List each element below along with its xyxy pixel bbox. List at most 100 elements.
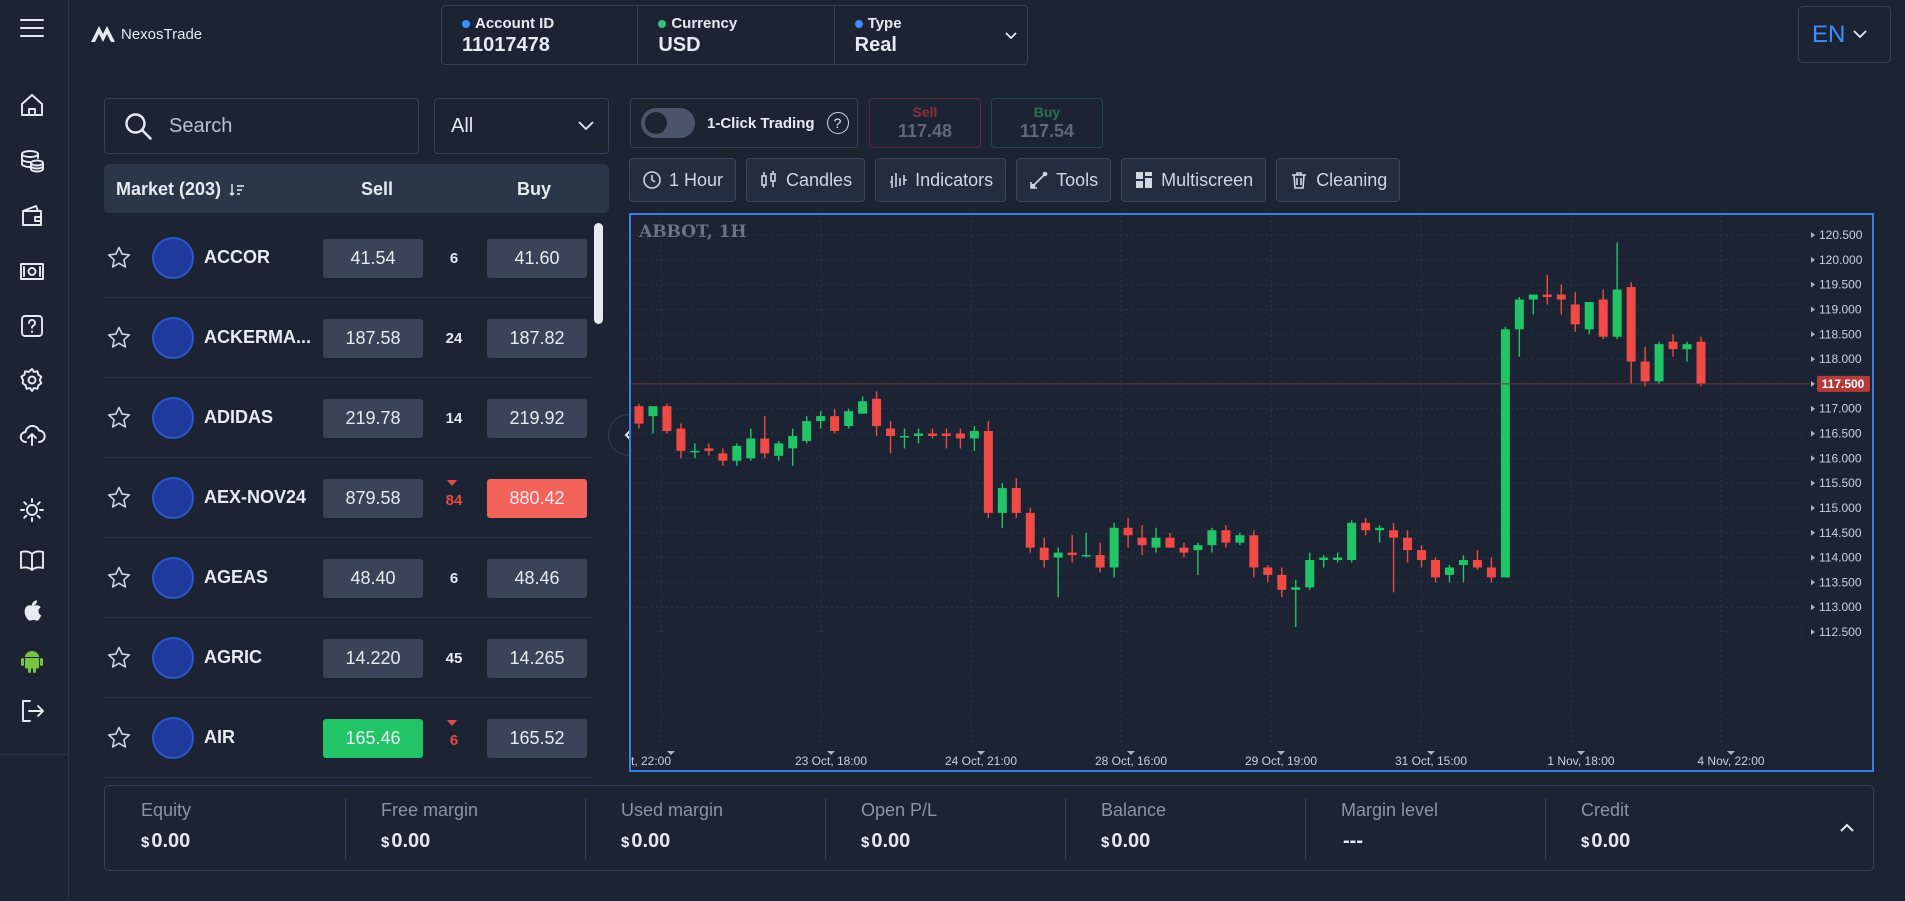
book-icon[interactable] [17,545,47,575]
question-icon[interactable]: ? [826,112,849,134]
stat-value: $0.00 [621,830,671,852]
x-tick-label: 31 Oct, 15:00 [1395,754,1467,768]
market-list-scrollbar[interactable] [594,223,603,324]
market-row[interactable]: AEX-NOV24 879.58 84 880.42 [104,458,592,538]
buy-price-button[interactable]: 219.92 [487,399,587,438]
sell-price-button[interactable]: 187.58 [323,319,423,358]
chart-canvas[interactable]: ABBOT, 1H 120.500 120.000 119.500 119.000 11… [631,215,1872,770]
market-row[interactable]: ADIDAS 219.78 14 219.92 [104,378,592,458]
favorite-star-icon[interactable] [106,245,132,271]
indicators-icon [890,173,908,188]
sell-button[interactable]: Sell 117.48 [869,98,981,148]
instrument-name: AGRIC [204,647,262,667]
sell-price-button[interactable]: 14.220 [323,639,423,678]
multiscreen-button[interactable]: Multiscreen [1121,158,1267,202]
favorite-star-icon[interactable] [106,725,132,751]
one-click-trading: 1-Click Trading ? [630,98,858,148]
timeframe-button[interactable]: 1 Hour [629,158,737,202]
search-icon [125,113,152,140]
price-marker [1811,380,1815,387]
cleaning-button[interactable]: Cleaning [1276,158,1401,202]
market-title-sort[interactable]: Market (203) [116,179,245,200]
buy-price: 117.54 [1019,121,1075,141]
account-id-value: 11017478 [462,34,550,56]
y-tick-marker [1811,405,1815,412]
buy-price-button[interactable]: 165.52 [487,719,587,758]
price-chart[interactable]: ABBOT, 1H 120.500 120.000 119.500 119.000 11… [629,213,1874,772]
favorite-star-icon[interactable] [106,405,132,431]
buy-price-button[interactable]: 41.60 [487,239,587,278]
settings-icon[interactable] [17,365,47,395]
candle-body [1151,537,1161,548]
sort-icon [229,183,245,196]
instrument-name: ADIDAS [204,407,274,427]
sell-price-button[interactable]: 165.46 [323,719,423,758]
market-row[interactable]: ACCOR 41.54 6 41.60 [104,218,592,298]
one-click-toggle[interactable] [641,108,695,138]
buy-price-button[interactable]: 880.42 [487,479,587,518]
eu-flag-icon [152,317,194,359]
wallet-icon[interactable] [17,201,47,231]
candle-body [1025,512,1035,548]
favorite-star-icon[interactable] [106,645,132,671]
currency-label: Currency [671,15,738,32]
market-row[interactable]: AGRIC 14.220 45 14.265 [104,618,592,698]
chevron-up-icon[interactable] [1833,814,1861,842]
logout-icon[interactable] [17,696,47,726]
x-axis: t, 22:00 23 Oct, 18:00 24 Oct, 21:00 28 Oct… [631,751,1765,768]
candle-body [816,416,826,422]
spread-value: 6 [449,732,459,749]
candle-body [1165,537,1175,548]
sell-price-button[interactable]: 879.58 [323,479,423,518]
indicators-button[interactable]: Indicators [875,158,1007,202]
help-icon[interactable] [17,311,47,341]
stat-label: Balance [1101,800,1167,820]
candle-body [802,421,812,441]
candle-body [1291,587,1301,590]
favorite-star-icon[interactable] [106,485,132,511]
candle-body [718,453,728,461]
candle-body [1696,341,1706,384]
y-tick-label: 118.000 [1819,352,1862,366]
sell-price-button[interactable]: 41.54 [323,239,423,278]
home-icon[interactable] [17,90,47,120]
market-row[interactable]: AIR 165.46 6 165.52 [104,698,592,778]
account-type-label: Type [867,15,902,32]
account-selector[interactable]: Account ID 11017478 Currency USD Type Re… [441,5,1028,65]
coins-icon[interactable] [17,146,47,176]
brand-logo[interactable]: NexosTrade [90,24,202,44]
market-filter-select[interactable]: All [434,98,609,154]
market-row[interactable]: AGEAS 48.40 6 48.46 [104,538,592,618]
favorite-star-icon[interactable] [106,565,132,591]
chart-type-button[interactable]: Candles [746,158,866,202]
favorite-star-icon[interactable] [106,325,132,351]
android-icon[interactable] [17,645,47,675]
sun-icon[interactable] [17,495,47,525]
candle-body [1556,294,1566,300]
eu-flag-icon [152,717,194,759]
stat-value: $0.00 [861,830,911,852]
upload-cloud-icon[interactable] [17,420,47,450]
buy-price-button[interactable]: 14.265 [487,639,587,678]
account-id-cell: Account ID 11017478 [442,6,637,64]
one-click-label: 1-Click Trading [707,114,815,132]
search-input[interactable]: Search [104,98,419,154]
candle-body [1486,567,1496,578]
buy-price-button[interactable]: 187.82 [487,319,587,358]
y-tick-label: 113.000 [1819,600,1862,614]
tools-button[interactable]: Tools [1016,158,1112,202]
language-selector[interactable]: EN [1798,6,1891,63]
eu-flag-icon [152,397,194,439]
menu-icon[interactable] [17,13,47,43]
buy-price-button[interactable]: 48.46 [487,559,587,598]
trading-app: NexosTrade Account ID 11017478 Currency … [0,0,1905,901]
cash-icon[interactable] [17,256,47,286]
sell-price-button[interactable]: 219.78 [323,399,423,438]
apple-icon[interactable] [17,595,47,625]
y-tick-label: 119.000 [1819,302,1862,316]
market-row[interactable]: ACKERMA... 187.58 24 187.82 [104,298,592,378]
search-placeholder: Search [169,114,233,137]
buy-button[interactable]: Buy 117.54 [991,98,1103,148]
sell-price-button[interactable]: 48.40 [323,559,423,598]
candle-body [774,443,784,456]
